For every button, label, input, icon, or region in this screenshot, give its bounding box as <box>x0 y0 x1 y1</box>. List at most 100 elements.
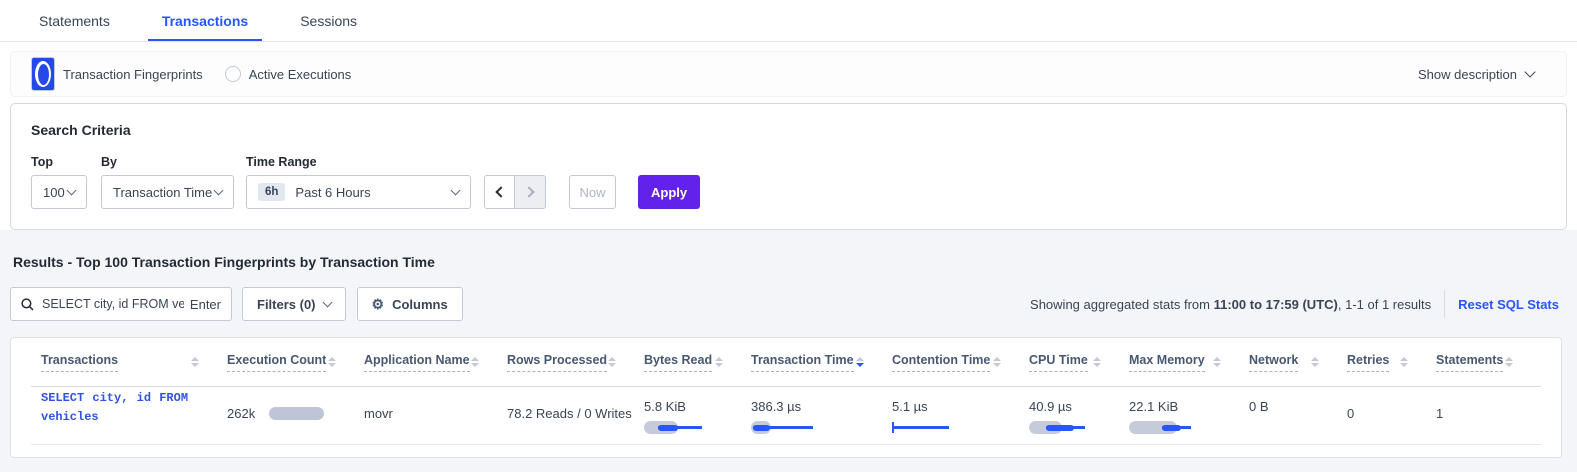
chevron-right-icon <box>523 186 534 197</box>
chevron-left-icon <box>495 186 506 197</box>
radio-transaction-fingerprints[interactable]: Transaction Fingerprints <box>31 57 203 91</box>
next-time-button[interactable] <box>515 175 546 209</box>
column-label[interactable]: Execution Count <box>227 353 326 372</box>
max-memory-value: 22.1 KiB <box>1129 399 1249 414</box>
column-label[interactable]: Application Name <box>364 353 470 372</box>
show-description-toggle[interactable]: Show description <box>1418 67 1546 82</box>
stats-suffix: , 1-1 of 1 results <box>1338 297 1431 312</box>
chevron-down-icon <box>1524 66 1535 77</box>
metric-bar <box>644 421 716 434</box>
stats-area: Showing aggregated stats from 11:00 to 1… <box>1030 290 1567 318</box>
sort-icon[interactable] <box>1505 357 1513 367</box>
column-label[interactable]: Transactions <box>41 353 118 372</box>
execution-count-cell: 262k <box>227 387 364 421</box>
show-description-label: Show description <box>1418 67 1517 82</box>
table-row: SELECT city, id FROM vehicles 262k movr … <box>31 387 1541 445</box>
column-label[interactable]: Network <box>1249 353 1298 372</box>
sort-icon[interactable] <box>1311 357 1319 367</box>
column-label[interactable]: Contention Time <box>892 353 990 372</box>
sort-icon[interactable] <box>191 357 199 367</box>
top-label: Top <box>31 155 101 169</box>
cpu-time-value: 40.9 µs <box>1029 399 1129 414</box>
sort-icon[interactable] <box>856 357 864 367</box>
tab-transactions[interactable]: Transactions <box>148 2 262 41</box>
filters-label: Filters (0) <box>257 297 316 312</box>
search-box[interactable]: Enter <box>10 287 232 321</box>
columns-button[interactable]: ⚙ Columns <box>357 287 463 321</box>
sort-icon[interactable] <box>993 357 1001 367</box>
time-range-badge: 6h <box>258 183 285 201</box>
metric-bar <box>892 421 964 434</box>
column-label[interactable]: Statements <box>1436 353 1503 372</box>
sort-icon[interactable] <box>1400 357 1408 367</box>
reset-sql-stats-link[interactable]: Reset SQL Stats <box>1458 297 1559 312</box>
bytes-read-value: 5.8 KiB <box>644 399 751 414</box>
apply-button[interactable]: Apply <box>638 175 700 209</box>
enter-button[interactable]: Enter <box>190 297 221 312</box>
search-criteria-title: Search Criteria <box>31 122 1546 138</box>
column-label[interactable]: Rows Processed <box>507 353 607 372</box>
view-toggle-row: Transaction Fingerprints Active Executio… <box>10 51 1567 97</box>
time-range-label: Time Range <box>246 155 317 169</box>
chevron-down-icon <box>214 185 224 195</box>
sort-icon[interactable] <box>715 357 723 367</box>
column-header-contention-time: Contention Time <box>892 353 1029 372</box>
column-header-application-name: Application Name <box>364 353 507 372</box>
by-label: By <box>101 155 246 169</box>
sort-icon[interactable] <box>608 357 616 367</box>
column-header-rows-processed: Rows Processed <box>507 353 644 372</box>
sort-icon[interactable] <box>1213 357 1221 367</box>
transactions-table: Transactions Execution Count Application… <box>10 337 1562 458</box>
metric-bar <box>1129 421 1201 434</box>
gear-icon: ⚙ <box>372 297 385 311</box>
top-select-value: 100 <box>43 185 65 200</box>
prev-time-button[interactable] <box>484 175 515 209</box>
search-input[interactable] <box>42 297 184 311</box>
filters-button[interactable]: Filters (0) <box>242 287 346 321</box>
now-button[interactable]: Now <box>569 175 616 209</box>
transaction-time-value: 386.3 µs <box>751 399 892 414</box>
time-range-select[interactable]: 6h Past 6 Hours <box>246 175 471 209</box>
radio-unselected-icon[interactable] <box>225 66 241 82</box>
by-select[interactable]: Transaction Time <box>101 175 234 209</box>
columns-label: Columns <box>392 297 448 312</box>
tab-statements[interactable]: Statements <box>25 2 124 41</box>
aggregated-stats-text: Showing aggregated stats from 11:00 to 1… <box>1030 297 1431 312</box>
cpu-time-cell: 40.9 µs <box>1029 387 1129 434</box>
network-cell: 0 B <box>1249 387 1347 414</box>
rows-processed-cell: 78.2 Reads / 0 Writes <box>507 387 644 421</box>
column-label[interactable]: Transaction Time <box>751 353 854 372</box>
upper-section: Statements Transactions Sessions Transac… <box>0 0 1577 230</box>
sort-icon[interactable] <box>471 357 479 367</box>
radio-label: Transaction Fingerprints <box>63 67 203 82</box>
sort-icon[interactable] <box>1093 357 1101 367</box>
metric-bar <box>1029 421 1101 434</box>
column-label[interactable]: Bytes Read <box>644 353 712 372</box>
retries-cell: 0 <box>1347 387 1436 421</box>
tab-bar: Statements Transactions Sessions <box>0 0 1577 42</box>
column-label[interactable]: CPU Time <box>1029 353 1088 372</box>
criteria-controls-row: 100 Transaction Time 6h Past 6 Hours <box>31 175 1546 209</box>
contention-time-value: 5.1 µs <box>892 399 1029 414</box>
column-label[interactable]: Retries <box>1347 353 1389 372</box>
column-header-cpu-time: CPU Time <box>1029 353 1129 372</box>
vertical-divider <box>1444 290 1445 318</box>
results-heading: Results - Top 100 Transaction Fingerprin… <box>13 254 1577 270</box>
radio-active-executions[interactable]: Active Executions <box>225 66 352 82</box>
execution-count-value: 262k <box>227 406 255 421</box>
stats-prefix: Showing aggregated stats from <box>1030 297 1214 312</box>
time-range-value: Past 6 Hours <box>295 185 370 200</box>
top-select[interactable]: 100 <box>31 175 87 209</box>
column-label[interactable]: Max Memory <box>1129 353 1205 372</box>
application-name-cell: movr <box>364 387 507 421</box>
sort-icon[interactable] <box>328 357 336 367</box>
tab-sessions[interactable]: Sessions <box>286 2 371 41</box>
by-select-value: Transaction Time <box>113 185 212 200</box>
radio-selected-icon[interactable] <box>31 57 55 91</box>
time-nav-group <box>484 175 546 209</box>
sql-statement-link[interactable]: SELECT city, id FROM vehicles <box>41 387 206 426</box>
contention-time-cell: 5.1 µs <box>892 387 1029 434</box>
field-labels-row: Top By Time Range <box>31 155 1546 169</box>
chevron-down-icon <box>451 185 461 195</box>
search-icon <box>21 298 34 311</box>
